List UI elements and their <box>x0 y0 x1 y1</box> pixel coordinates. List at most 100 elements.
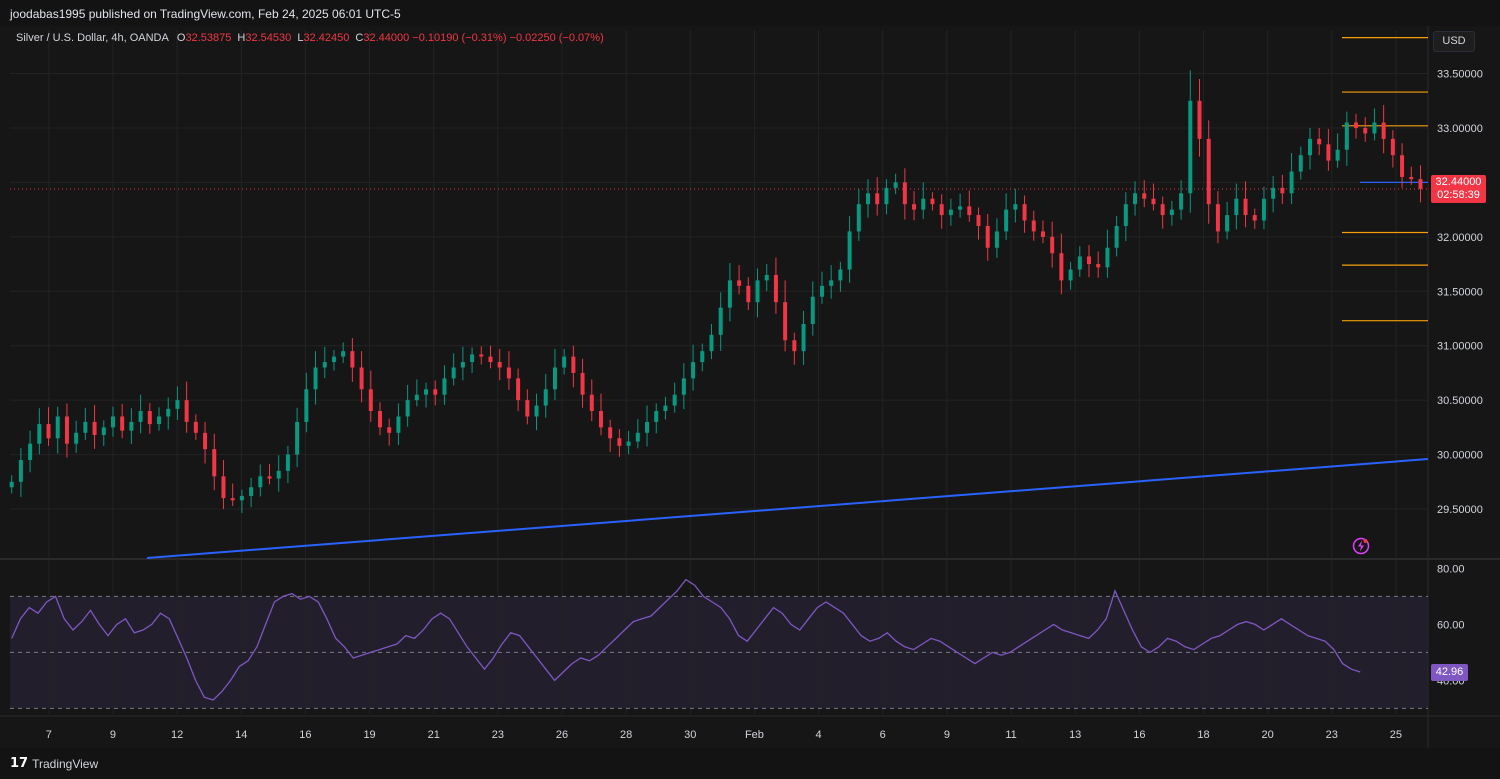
time-tick-label: 6 <box>880 729 886 741</box>
bar-countdown: 02:58:39 <box>1437 189 1480 201</box>
tradingview-logo[interactable]: 17 TradingView <box>10 756 98 771</box>
time-tick-label: 30 <box>684 729 696 741</box>
candle-body <box>74 432 79 444</box>
open-value: 32.53875 <box>185 32 232 44</box>
candle-body <box>1372 122 1377 134</box>
candle-body <box>921 198 926 210</box>
candle-body <box>746 285 751 303</box>
candle-body <box>792 340 797 352</box>
candle-body <box>1234 198 1239 216</box>
candle-body <box>626 441 631 446</box>
candle-body <box>451 367 456 379</box>
candle-body <box>1013 204 1018 210</box>
candle-body <box>1280 187 1285 194</box>
candle-body <box>396 416 401 433</box>
time-tick-label: Feb <box>745 729 764 741</box>
candle-body <box>700 351 705 363</box>
candle-body <box>930 198 935 205</box>
candle-body <box>249 487 254 496</box>
candle-body <box>488 356 493 363</box>
time-tick-label: 16 <box>299 729 311 741</box>
chart-area[interactable]: 29.50000 30.00000 30.50000 31.00000 31.50000… <box>0 26 1500 748</box>
candle-body <box>1068 269 1073 281</box>
rsi-band-fill <box>10 596 1428 709</box>
time-tick-label: 21 <box>428 729 440 741</box>
candle-body <box>341 351 346 357</box>
price-tick-label: 33.50000 <box>1437 69 1483 81</box>
candle-body <box>672 394 677 406</box>
candle-body <box>562 356 567 368</box>
candle-body <box>304 389 309 422</box>
time-tick-label: 4 <box>816 729 822 741</box>
candle-body <box>175 400 180 409</box>
candle-body <box>1169 209 1174 216</box>
candle-body <box>976 215 981 226</box>
time-tick-label: 18 <box>1197 729 1209 741</box>
tradingview-brand: TradingView <box>32 756 99 771</box>
time-tick-label: 25 <box>1390 729 1402 741</box>
candle-body <box>1105 247 1110 268</box>
candle-body <box>1050 236 1055 254</box>
candle-body <box>1142 193 1147 199</box>
candle-body <box>525 400 530 417</box>
price-tick-label: 30.00000 <box>1437 450 1483 462</box>
trend-line <box>146 458 1429 559</box>
candle-body <box>212 449 217 477</box>
candle-body <box>359 367 364 390</box>
candle-body <box>331 356 336 363</box>
candle-body <box>1022 204 1027 221</box>
candle-body <box>681 378 686 395</box>
candle-body <box>1059 253 1064 281</box>
candle-body <box>783 302 788 341</box>
candle-body <box>101 427 106 435</box>
candle-body <box>598 411 603 428</box>
time-tick-label: 7 <box>46 729 52 741</box>
candle-body <box>350 351 355 368</box>
candle-body <box>1123 204 1128 226</box>
time-tick-label: 20 <box>1262 729 1274 741</box>
candle-body <box>866 193 871 205</box>
candle-body <box>1363 127 1368 134</box>
candle-body <box>534 405 539 417</box>
candle-body <box>1004 209 1009 232</box>
footer: 17 TradingView <box>0 748 1500 779</box>
candle-body <box>147 411 152 425</box>
candle-body <box>1086 256 1091 265</box>
candle-body <box>948 209 953 216</box>
candle-body <box>276 470 281 479</box>
flash-alert-icon[interactable] <box>1352 537 1370 555</box>
price-tick-label: 30.50000 <box>1437 395 1483 407</box>
candle-body <box>985 225 990 248</box>
time-tick-label: 19 <box>363 729 375 741</box>
price-tick-label: 31.50000 <box>1437 286 1483 298</box>
candle-body <box>460 362 465 368</box>
high-value: 32.54530 <box>245 32 292 44</box>
candle-body <box>64 416 69 444</box>
currency-button[interactable]: USD <box>1433 31 1475 52</box>
candle-body <box>1197 100 1202 139</box>
candle-body <box>285 454 290 471</box>
candle-body <box>83 421 88 433</box>
candle-body <box>1252 215 1257 221</box>
candle-body <box>893 182 898 188</box>
candle-body <box>819 285 824 297</box>
candle-body <box>1354 122 1359 128</box>
candle-body <box>313 367 318 390</box>
candle-body <box>221 476 226 499</box>
candle-body <box>157 416 162 425</box>
price-tick-label: 33.00000 <box>1437 123 1483 135</box>
candle-body <box>1225 215 1230 232</box>
change-value-2: −0.02250 (−0.07%) <box>509 32 604 44</box>
candle-body <box>1317 138 1322 145</box>
candle-body <box>433 389 438 395</box>
candle-body <box>424 389 429 395</box>
candle-body <box>543 389 548 406</box>
candle-body <box>239 495 244 501</box>
candle-body <box>46 424 51 439</box>
chart-canvas[interactable]: 29.50000 30.00000 30.50000 31.00000 31.50000… <box>0 26 1500 748</box>
candle-body <box>129 421 134 431</box>
candle-body <box>193 421 198 433</box>
candle-body <box>28 443 33 461</box>
candle-body <box>230 498 235 501</box>
last-price-value: 32.44000 <box>1435 176 1482 188</box>
